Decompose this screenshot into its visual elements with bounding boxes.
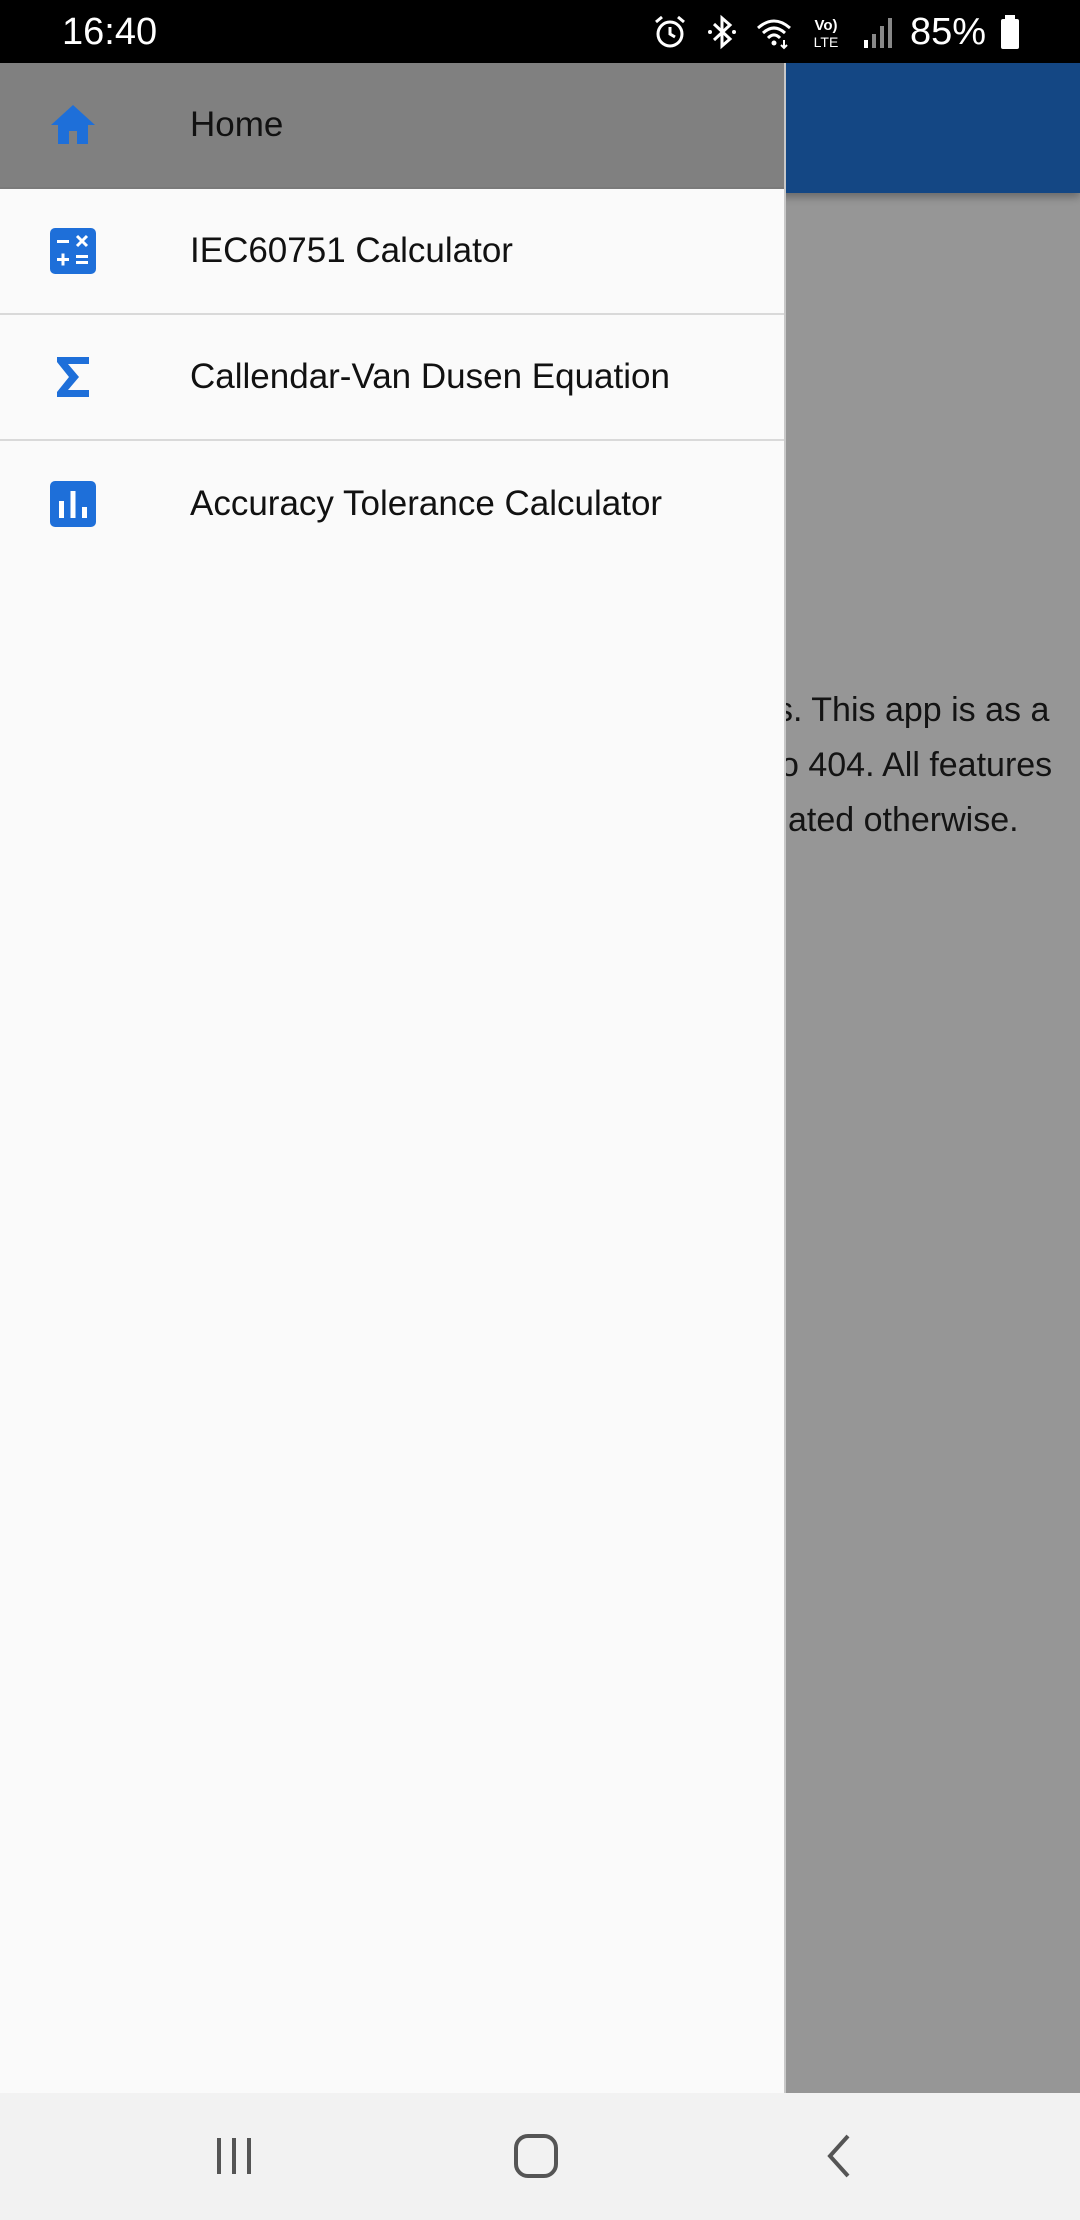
wifi-icon [756, 19, 791, 50]
alarm-icon [654, 15, 685, 48]
volte-icon: Vo) LTE [814, 17, 839, 50]
svg-text:Vo): Vo) [814, 17, 837, 34]
status-icons: Vo) LTE 85% [650, 8, 1022, 56]
drawer-item-callendar-van-dusen[interactable]: Callendar-Van Dusen Equation [0, 315, 784, 441]
drawer-item-label: Home [190, 105, 284, 144]
battery-icon [1001, 15, 1019, 49]
drawer-item-home[interactable]: Home [0, 63, 784, 189]
battery-percentage: 85% [909, 11, 986, 53]
recents-button[interactable] [204, 2126, 264, 2186]
recents-icon [217, 2138, 251, 2174]
sigma-icon [48, 352, 98, 402]
status-bar: 16:40 Vo) LTE 85% [0, 0, 1080, 63]
home-nav-icon [514, 2134, 558, 2178]
signal-icon [863, 18, 892, 48]
status-time: 16:40 [62, 11, 158, 53]
drawer-item-accuracy-tolerance[interactable]: Accuracy Tolerance Calculator [0, 441, 784, 567]
bluetooth-icon [707, 14, 736, 50]
system-nav-bar [0, 2093, 1080, 2220]
home-button[interactable] [506, 2126, 566, 2186]
bar-chart-icon [48, 479, 98, 529]
back-icon [827, 2134, 850, 2178]
drawer-item-label: IEC60751 Calculator [190, 231, 513, 270]
navigation-drawer: Home IEC60751 Calculator Callendar-Van D… [0, 63, 786, 2093]
home-icon [48, 100, 98, 150]
drawer-item-label: Callendar-Van Dusen Equation [190, 357, 670, 396]
drawer-item-iec60751-calculator[interactable]: IEC60751 Calculator [0, 189, 784, 315]
screen: 16:40 Vo) LTE 85% s. This app is as a o … [0, 0, 1080, 2220]
svg-text:LTE: LTE [814, 34, 839, 50]
calculator-icon [48, 226, 98, 276]
back-button[interactable] [810, 2126, 870, 2186]
drawer-item-label: Accuracy Tolerance Calculator [190, 484, 663, 523]
